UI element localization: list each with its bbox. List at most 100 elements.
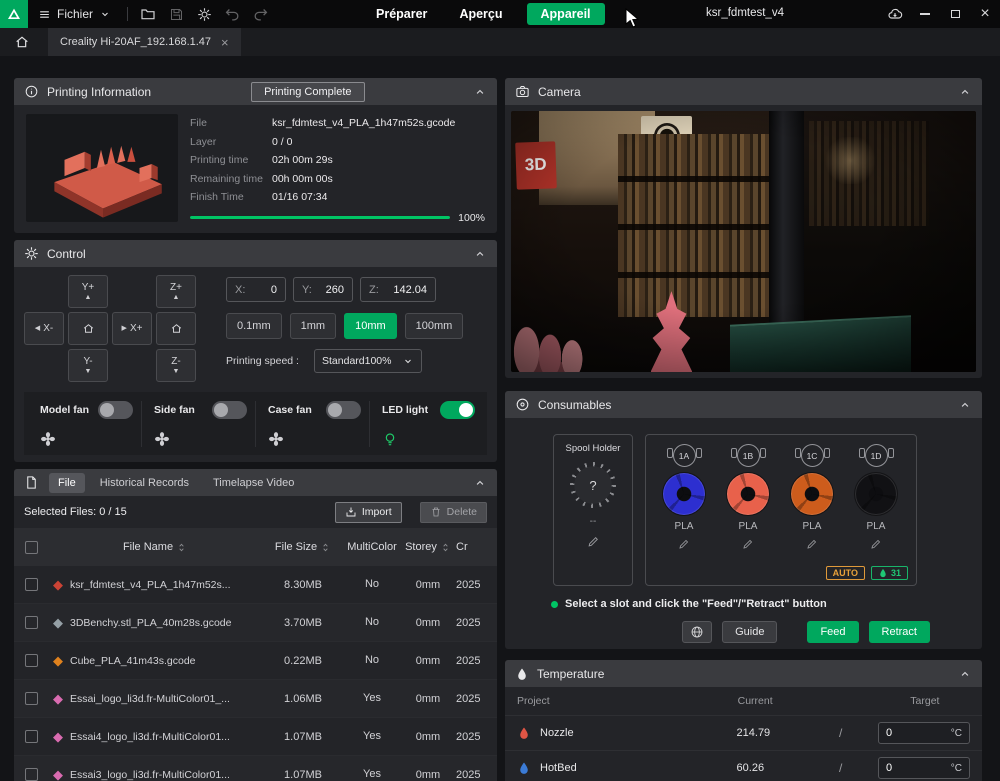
- file-checkbox[interactable]: [25, 730, 38, 743]
- coordinate-field[interactable]: Y: 260: [293, 277, 353, 302]
- consumables-title: Consumables: [538, 398, 611, 412]
- target-temp-input[interactable]: [886, 762, 945, 774]
- maximize-button[interactable]: [940, 0, 970, 28]
- collapse-chevron-icon[interactable]: [958, 667, 972, 681]
- jog-y-minus-button[interactable]: Y-: [68, 349, 108, 382]
- printing-speed-select[interactable]: Standard100%: [314, 349, 422, 373]
- model-fan-toggle[interactable]: [98, 401, 133, 419]
- files-tab[interactable]: Historical Records: [91, 473, 198, 493]
- filament-slot[interactable]: 1B PLA: [718, 444, 778, 550]
- jog-y-plus-button[interactable]: Y+: [68, 275, 108, 308]
- select-all-checkbox[interactable]: [25, 541, 38, 554]
- file-checkbox[interactable]: [25, 692, 38, 705]
- step-distance-button[interactable]: 1mm: [290, 313, 336, 339]
- step-distance-button[interactable]: 0.1mm: [226, 313, 282, 339]
- led-bulb-icon: [382, 431, 398, 447]
- minimize-button[interactable]: [910, 0, 940, 28]
- files-tab[interactable]: Timelapse Video: [204, 473, 303, 493]
- guide-button[interactable]: Guide: [722, 621, 777, 643]
- file-checkbox[interactable]: [25, 616, 38, 629]
- coordinate-field[interactable]: Z: 142.04: [360, 277, 436, 302]
- collapse-chevron-icon[interactable]: [473, 247, 487, 261]
- target-temp-field[interactable]: °C: [878, 757, 970, 779]
- redo-button[interactable]: [246, 0, 274, 28]
- mode-tab-label: Aperçu: [459, 7, 502, 21]
- jog-x-plus-button[interactable]: X+: [112, 312, 152, 345]
- target-temp-input[interactable]: [886, 727, 945, 739]
- field-label: File: [190, 114, 272, 133]
- home-button[interactable]: [8, 28, 36, 56]
- home-z-button[interactable]: [156, 312, 196, 345]
- sort-icon[interactable]: [320, 542, 331, 553]
- jog-z-minus-button[interactable]: Z-: [156, 349, 196, 382]
- file-type-icon: [53, 768, 63, 781]
- filament-slot[interactable]: 1D PLA: [846, 444, 906, 550]
- collapse-chevron-icon[interactable]: [473, 476, 487, 490]
- printing-status-button[interactable]: Printing Complete: [251, 82, 364, 102]
- field-value: 0 / 0: [272, 133, 292, 152]
- step-distance-button[interactable]: 100mm: [405, 313, 464, 339]
- file-size: 0.22MB: [262, 655, 344, 667]
- files-tab[interactable]: File: [49, 473, 85, 493]
- collapse-chevron-icon[interactable]: [958, 85, 972, 99]
- home-xy-button[interactable]: [68, 312, 108, 345]
- feed-button[interactable]: Feed: [807, 621, 858, 643]
- target-temp-field[interactable]: °C: [878, 722, 970, 744]
- file-checkbox[interactable]: [25, 578, 38, 591]
- step-distance-button[interactable]: 10mm: [344, 313, 397, 339]
- undo-button[interactable]: [218, 0, 246, 28]
- delete-button[interactable]: Delete: [420, 502, 487, 523]
- file-multicolor: Yes: [344, 692, 400, 705]
- import-button[interactable]: Import: [335, 502, 402, 523]
- file-menu[interactable]: Fichier: [28, 0, 121, 28]
- mode-tab[interactable]: Appareil: [527, 3, 605, 25]
- filament-slot[interactable]: 1C PLA: [782, 444, 842, 550]
- jog-x-minus-button[interactable]: X-: [24, 312, 64, 345]
- filament-color-disk[interactable]: [727, 473, 769, 515]
- file-row[interactable]: Essai4_logo_li3d.fr-MultiColor01... 1.07…: [14, 718, 497, 756]
- save-button[interactable]: [162, 0, 190, 28]
- device-tab[interactable]: Creality Hi-20AF_192.168.1.47 ×: [48, 28, 241, 56]
- settings-button[interactable]: [190, 0, 218, 28]
- led-light-toggle[interactable]: [440, 401, 475, 419]
- collapse-chevron-icon[interactable]: [473, 85, 487, 99]
- open-file-button[interactable]: [134, 0, 162, 28]
- edit-icon[interactable]: [742, 538, 754, 550]
- collapse-chevron-icon[interactable]: [958, 398, 972, 412]
- device-tab-close-icon[interactable]: ×: [221, 35, 229, 50]
- home-icon: [14, 34, 30, 50]
- mode-tab[interactable]: Aperçu: [451, 0, 510, 28]
- spool-holder-gauge[interactable]: ?: [570, 462, 616, 508]
- filament-color-disk[interactable]: [663, 473, 705, 515]
- filament-slot[interactable]: 1A PLA: [654, 444, 714, 550]
- cloud-sync-button[interactable]: [880, 0, 910, 28]
- network-globe-button[interactable]: [682, 621, 712, 643]
- sort-icon[interactable]: [176, 542, 187, 553]
- file-checkbox[interactable]: [25, 768, 38, 781]
- jog-z-plus-button[interactable]: Z+: [156, 275, 196, 308]
- filament-color-disk[interactable]: [791, 473, 833, 515]
- file-row[interactable]: 3DBenchy.stl_PLA_40m28s.gcode 3.70MB No …: [14, 604, 497, 642]
- info-field-row: Remaining time 00h 00m 00s: [190, 170, 485, 189]
- field-value: 02h 00m 29s: [272, 151, 333, 170]
- info-icon: [24, 84, 39, 99]
- sort-icon[interactable]: [440, 542, 451, 553]
- file-row[interactable]: ksr_fdmtest_v4_PLA_1h47m52s... 8.30MB No…: [14, 566, 497, 604]
- edit-icon[interactable]: [587, 535, 600, 548]
- case-fan-toggle[interactable]: [326, 401, 361, 419]
- edit-icon[interactable]: [806, 538, 818, 550]
- filament-color-disk[interactable]: [855, 473, 897, 515]
- toggle-knob: [100, 403, 114, 417]
- control-panel: Control Y+ Z+ X- X+ Y- Z-: [14, 240, 497, 462]
- coordinate-field[interactable]: X: 0: [226, 277, 286, 302]
- edit-icon[interactable]: [870, 538, 882, 550]
- close-button[interactable]: [970, 0, 1000, 28]
- side-fan-toggle[interactable]: [212, 401, 247, 419]
- file-row[interactable]: Essai3_logo_li3d.fr-MultiColor01... 1.07…: [14, 756, 497, 781]
- file-row[interactable]: Cube_PLA_41m43s.gcode 0.22MB No 0mm 2025: [14, 642, 497, 680]
- edit-icon[interactable]: [678, 538, 690, 550]
- file-row[interactable]: Essai_logo_li3d.fr-MultiColor01_... 1.06…: [14, 680, 497, 718]
- mode-tab[interactable]: Préparer: [368, 0, 435, 28]
- file-checkbox[interactable]: [25, 654, 38, 667]
- retract-button[interactable]: Retract: [869, 621, 930, 643]
